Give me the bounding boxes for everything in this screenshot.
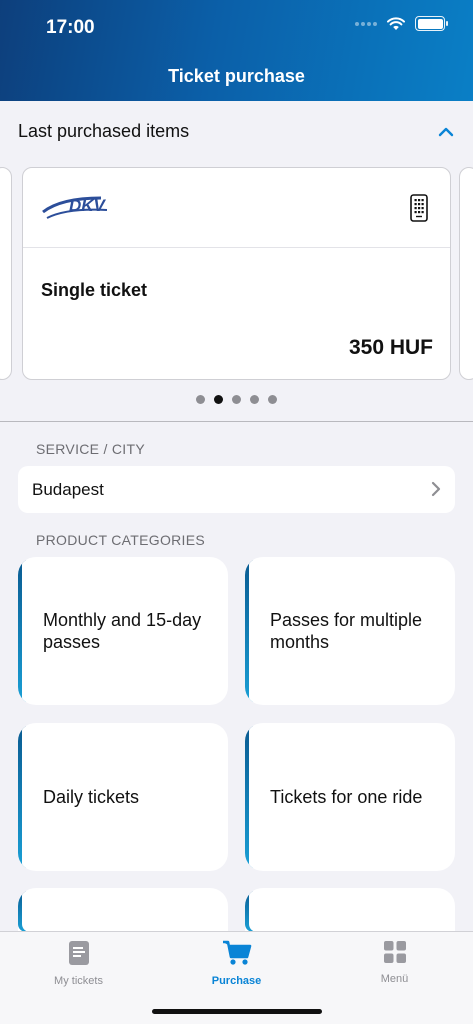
cellular-signal-icon — [355, 21, 377, 26]
previous-card[interactable] — [0, 167, 12, 380]
city-selector[interactable]: Budapest — [18, 466, 455, 513]
dkv-logo: DKV — [42, 196, 108, 219]
app-header: 17:00 Ticket purchase — [0, 0, 473, 101]
tab-menu[interactable]: Menü — [316, 940, 473, 985]
chevron-up-icon[interactable] — [437, 123, 455, 141]
document-icon — [68, 941, 89, 965]
category-label: Tickets for one ride — [270, 787, 423, 807]
product-categories-label: PRODUCT CATEGORIES — [36, 532, 206, 548]
category-tile-partial[interactable] — [245, 888, 455, 932]
home-indicator — [152, 1009, 322, 1014]
category-single-ride-tickets[interactable]: Tickets for one ride — [245, 723, 455, 871]
svg-text:DKV: DKV — [69, 196, 107, 215]
city-name: Budapest — [32, 480, 104, 499]
ticket-card[interactable]: DKV Single ticket 350 HUF — [22, 167, 451, 380]
section-title: Last purchased items — [18, 121, 190, 141]
section-divider — [0, 421, 473, 422]
page-indicator[interactable] — [0, 395, 473, 404]
service-city-label: SERVICE / CITY — [36, 441, 145, 457]
ticket-name: Single ticket — [41, 280, 148, 300]
ticket-price: 350 HUF — [348, 336, 433, 359]
page-dot-active[interactable] — [214, 395, 223, 404]
chevron-right-icon — [431, 481, 441, 497]
page-dot[interactable] — [232, 395, 241, 404]
category-label: Daily tickets — [43, 787, 140, 807]
tab-label: Purchase — [211, 975, 262, 987]
grid-icon — [383, 941, 406, 963]
category-multi-month-passes[interactable]: Passes for multiple months — [245, 557, 455, 705]
cart-icon — [222, 940, 251, 965]
tab-my-tickets[interactable]: My tickets — [0, 940, 157, 987]
page-dot[interactable] — [250, 395, 259, 404]
status-icons — [355, 16, 448, 31]
last-purchased-carousel[interactable]: DKV Single ticket 350 HUF — [0, 161, 473, 423]
next-card[interactable] — [459, 167, 473, 380]
battery-icon — [415, 16, 448, 31]
category-label: Monthly and 15-day passes — [43, 610, 202, 652]
page-title: Ticket purchase — [168, 66, 305, 86]
tab-label: Menü — [380, 973, 409, 985]
tab-purchase[interactable]: Purchase — [158, 940, 315, 987]
category-daily-tickets[interactable]: Daily tickets — [18, 723, 228, 871]
status-time: 17:00 — [46, 17, 95, 38]
last-purchased-header[interactable]: Last purchased items — [0, 101, 473, 161]
card-header: DKV — [23, 168, 450, 248]
category-label: Passes for multiple months — [270, 610, 423, 652]
page-dot[interactable] — [268, 395, 277, 404]
page-dot[interactable] — [196, 395, 205, 404]
category-tile-partial[interactable] — [18, 888, 228, 932]
mobile-ticket-icon — [410, 194, 428, 222]
wifi-icon — [387, 16, 405, 30]
category-monthly-passes[interactable]: Monthly and 15-day passes — [18, 557, 228, 705]
tab-label: My tickets — [54, 975, 103, 987]
